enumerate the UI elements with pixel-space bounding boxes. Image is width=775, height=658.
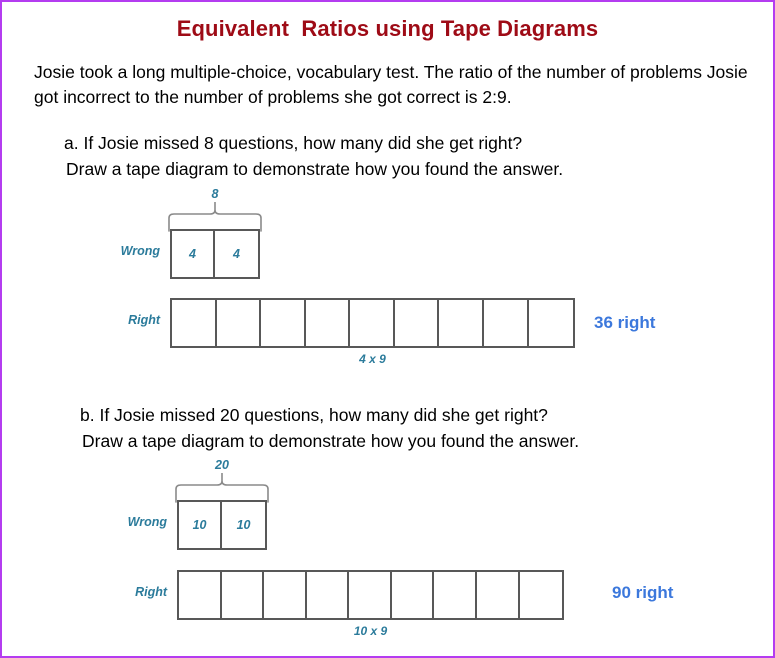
part-a-brace-icon: [166, 202, 264, 232]
part-a-right-label: Right: [128, 313, 160, 327]
tape-cell: [520, 572, 563, 618]
tape-cell: [217, 300, 262, 346]
tape-cell: [179, 572, 222, 618]
tape-cell: [439, 300, 484, 346]
tape-cell: [222, 572, 265, 618]
part-b-answer: 90 right: [612, 583, 674, 602]
part-b-prompt: b. If Josie missed 20 questions, how man…: [80, 402, 770, 454]
tape-cell: [307, 572, 350, 618]
tape-cell: 4: [233, 247, 240, 261]
part-b-wrong-label: Wrong: [127, 515, 167, 529]
tape-cell: [434, 572, 477, 618]
part-a-brace-label: 8: [211, 187, 219, 201]
worksheet-page: Equivalent Ratios using Tape Diagrams Jo…: [0, 0, 775, 658]
tape-cell: [395, 300, 440, 346]
part-b-under-label: 10 x 9: [353, 624, 388, 638]
part-b-instruction: Draw a tape diagram to demonstrate how y…: [82, 431, 580, 451]
part-a-answer: 36 right: [594, 313, 656, 332]
tape-cell: 10: [236, 518, 251, 532]
part-b-right-tape: [177, 570, 564, 620]
part-a-question: a. If Josie missed 8 questions, how many…: [64, 133, 523, 153]
part-a-prompt: a. If Josie missed 8 questions, how many…: [64, 130, 754, 182]
part-b-right-label: Right: [135, 585, 167, 599]
tape-cell: [477, 572, 520, 618]
tape-cell: [306, 300, 351, 346]
page-title: Equivalent Ratios using Tape Diagrams: [176, 16, 599, 41]
part-b-brace-label: 20: [215, 458, 229, 472]
tape-cell: [392, 572, 435, 618]
part-b-question: b. If Josie missed 20 questions, how man…: [80, 405, 548, 425]
tape-cell: [172, 300, 217, 346]
tape-cell: [264, 572, 307, 618]
tape-cell: [349, 572, 392, 618]
part-a-right-tape: [170, 298, 575, 348]
part-a-wrong-tape: 4 4: [170, 229, 260, 279]
tape-cell: [484, 300, 529, 346]
tape-cell: [261, 300, 306, 346]
part-a-under-label: 4 x 9: [359, 352, 386, 366]
tape-cell: 10: [179, 502, 223, 548]
part-b-wrong-tape: 10 10: [177, 500, 267, 550]
part-a-instruction: Draw a tape diagram to demonstrate how y…: [66, 159, 564, 179]
tape-cell: [529, 300, 574, 346]
intro-paragraph: Josie took a long multiple-choice, vocab…: [34, 62, 748, 107]
part-a-wrong-label: Wrong: [120, 244, 160, 258]
part-b-brace-icon: [173, 473, 271, 503]
tape-cell: 4: [172, 231, 216, 277]
tape-cell: [350, 300, 395, 346]
